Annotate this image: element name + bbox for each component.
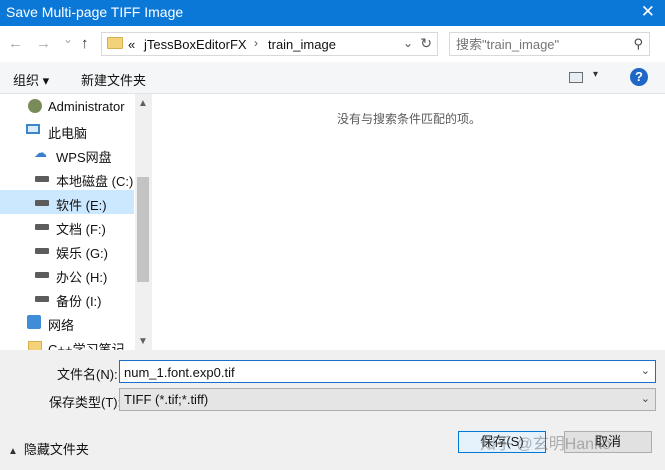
nav-item-wps-drive[interactable]: ☁ WPS网盘: [0, 142, 134, 166]
nav-item-cpp-notes[interactable]: C++学习笔记: [0, 334, 134, 350]
nav-item-label: 本地磁盘 (C:): [56, 174, 134, 189]
hide-folders-label: 隐藏文件夹: [23, 442, 89, 457]
refresh-icon[interactable]: ↻: [420, 35, 432, 52]
up-arrow-icon[interactable]: ↑: [81, 35, 89, 52]
nav-item-drive-f[interactable]: 文档 (F:): [0, 214, 134, 238]
nav-item-label: 软件 (E:): [56, 198, 107, 213]
nav-item-administrator[interactable]: Administrator: [0, 94, 134, 118]
nav-item-drive-g[interactable]: 娱乐 (G:): [0, 238, 134, 262]
cloud-icon: ☁: [34, 145, 47, 160]
nav-item-this-pc[interactable]: 此电脑: [0, 118, 134, 142]
filetype-select[interactable]: TIFF (*.tif;*.tiff) ⌄: [119, 388, 656, 411]
help-icon[interactable]: ?: [630, 68, 648, 86]
chevron-down-icon[interactable]: ⌄: [641, 364, 650, 377]
view-icon[interactable]: [569, 72, 583, 83]
drive-icon: [35, 224, 49, 230]
nav-item-network[interactable]: 网络: [0, 310, 134, 334]
close-icon[interactable]: ✕: [641, 2, 655, 22]
drive-icon: [35, 176, 49, 182]
nav-item-drive-i[interactable]: 备份 (I:): [0, 286, 134, 310]
computer-icon: [26, 124, 40, 134]
nav-item-label: 文档 (F:): [56, 222, 106, 237]
chevron-down-icon[interactable]: ⌄: [641, 392, 650, 405]
breadcrumb-item-train-image[interactable]: train_image: [268, 37, 336, 52]
nav-item-drive-e[interactable]: 软件 (E:): [0, 190, 134, 214]
breadcrumb-item-jtessboxeditorfx[interactable]: jTessBoxEditorFX: [144, 37, 247, 52]
chevron-down-icon[interactable]: ⌄: [403, 36, 413, 50]
nav-item-drive-c[interactable]: 本地磁盘 (C:): [0, 166, 134, 190]
back-arrow-icon[interactable]: ←: [8, 35, 23, 52]
title-bar: Save Multi-page TIFF Image ✕: [0, 0, 665, 26]
hide-folders-button[interactable]: ▲ 隐藏文件夹: [8, 439, 89, 458]
filetype-label: 保存类型(T):: [49, 395, 122, 410]
nav-item-label: 此电脑: [48, 126, 88, 141]
watermark: 知乎 @玄明Hanko: [480, 436, 611, 453]
breadcrumb-overflow[interactable]: «: [128, 37, 135, 52]
window-title: Save Multi-page TIFF Image: [6, 4, 184, 20]
empty-message: 没有与搜索条件匹配的项。: [337, 112, 482, 126]
breadcrumb-separator[interactable]: ›: [254, 36, 258, 50]
drive-icon: [35, 296, 49, 302]
scroll-thumb[interactable]: [137, 177, 149, 282]
drive-icon: [35, 200, 49, 206]
nav-item-label: C++学习笔记: [48, 342, 125, 350]
folder-icon: [107, 37, 123, 49]
filetype-value: TIFF (*.tif;*.tiff): [124, 392, 209, 407]
nav-item-label: WPS网盘: [56, 150, 112, 165]
recent-locations-icon[interactable]: ⌄: [63, 32, 73, 46]
filename-combobox[interactable]: ⌄: [119, 360, 656, 383]
breadcrumb[interactable]: « jTessBoxEditorFX › train_image ⌄ ↻: [101, 32, 438, 56]
nav-item-label: 办公 (H:): [56, 270, 108, 285]
toolbar: 组织 ▾ 新建文件夹 ▾ ?: [0, 62, 665, 94]
caret-up-icon: ▲: [8, 446, 18, 457]
nav-item-label: 备份 (I:): [56, 294, 102, 309]
scroll-down-icon[interactable]: ▼: [138, 336, 148, 347]
filename-label: 文件名(N):: [57, 367, 118, 382]
network-icon: [27, 315, 41, 329]
user-icon: [28, 99, 42, 113]
nav-item-drive-h[interactable]: 办公 (H:): [0, 262, 134, 286]
organize-button[interactable]: 组织 ▾: [13, 70, 49, 89]
file-list[interactable]: 没有与搜索条件匹配的项。: [151, 94, 665, 350]
new-folder-button[interactable]: 新建文件夹: [81, 70, 146, 89]
folder-icon: [28, 341, 42, 350]
forward-arrow-icon[interactable]: →: [36, 35, 51, 52]
nav-item-label: Administrator: [48, 99, 125, 114]
search-box[interactable]: ⚲: [449, 32, 650, 56]
scroll-up-icon[interactable]: ▲: [138, 98, 148, 109]
nav-item-label: 网络: [48, 318, 75, 333]
search-input[interactable]: [456, 36, 621, 52]
view-dropdown-icon[interactable]: ▾: [593, 69, 598, 80]
navigation-pane: Administrator 此电脑 ☁ WPS网盘 本地磁盘 (C:) 软件 (…: [0, 94, 151, 350]
nav-scrollbar[interactable]: ▲ ▼: [135, 94, 151, 350]
filename-input[interactable]: [124, 364, 624, 380]
search-icon[interactable]: ⚲: [633, 36, 643, 52]
drive-icon: [35, 272, 49, 278]
drive-icon: [35, 248, 49, 254]
nav-item-label: 娱乐 (G:): [56, 246, 108, 261]
